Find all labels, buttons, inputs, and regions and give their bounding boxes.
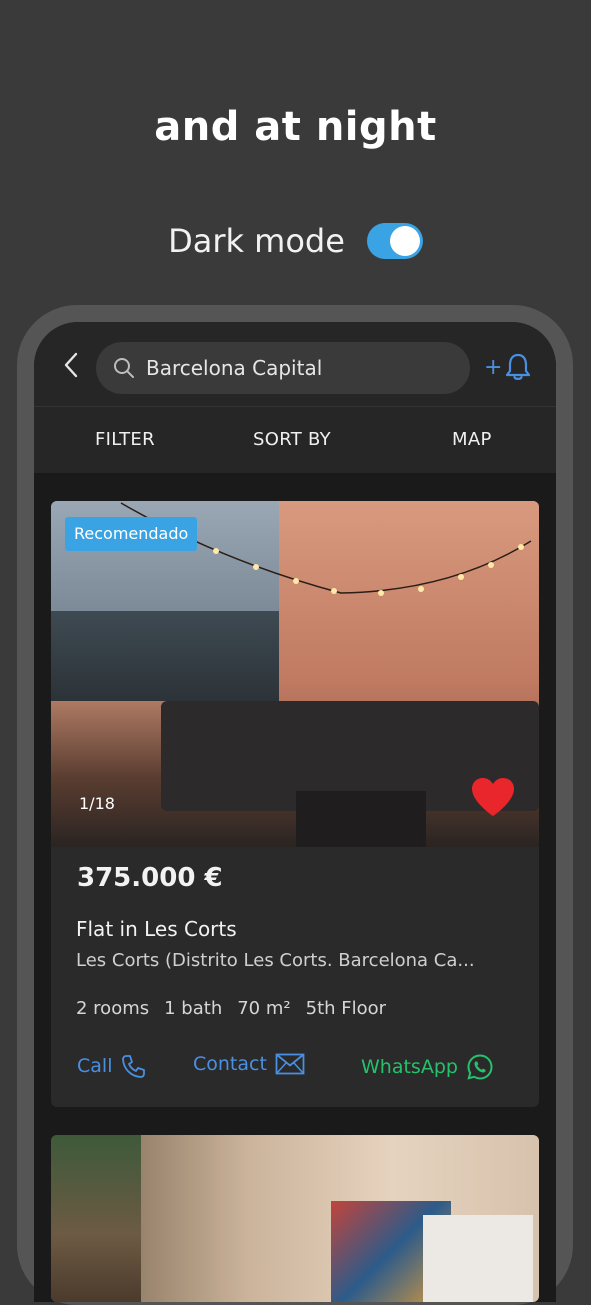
tab-map[interactable]: MAP	[452, 429, 492, 450]
phone-screen: Barcelona Capital + FILTER SORT BY MAP R…	[34, 322, 556, 1302]
listing-photo[interactable]: Recomendado 1/18	[51, 501, 539, 847]
chevron-left-icon	[64, 352, 78, 378]
listing-list: Recomendado 1/18 375.000 € Flat in Les C…	[34, 473, 556, 1302]
dark-mode-toggle[interactable]	[366, 223, 423, 259]
contact-button[interactable]: Contact	[193, 1053, 305, 1075]
listing-card[interactable]: Recomendado 1/18 375.000 € Flat in Les C…	[51, 501, 539, 1107]
listing-card-next[interactable]	[51, 1135, 539, 1302]
listing-features: 2 rooms 1 bath 70 m² 5th Floor	[76, 998, 386, 1019]
top-bar: Barcelona Capital +	[34, 322, 556, 407]
photo-plant	[51, 1135, 141, 1302]
whatsapp-icon	[467, 1054, 493, 1080]
feature-floor: 5th Floor	[305, 998, 387, 1019]
search-value: Barcelona Capital	[146, 356, 323, 380]
dark-mode-label: Dark mode	[168, 222, 345, 260]
tab-sort-by[interactable]: SORT BY	[253, 429, 331, 450]
toggle-knob	[389, 226, 420, 256]
tab-filter[interactable]: FILTER	[95, 429, 155, 450]
phone-icon	[122, 1055, 146, 1078]
contact-label: Contact	[193, 1053, 267, 1075]
tab-bar: FILTER SORT BY MAP	[34, 407, 556, 473]
create-alert-button[interactable]: +	[484, 350, 534, 384]
search-icon	[114, 358, 134, 378]
whatsapp-label: WhatsApp	[361, 1056, 458, 1078]
feature-rooms: 2 rooms	[76, 998, 150, 1019]
call-label: Call	[77, 1055, 113, 1077]
alert-plus: +	[484, 354, 503, 380]
headline: and at night	[154, 104, 437, 150]
search-input[interactable]: Barcelona Capital	[96, 342, 470, 394]
envelope-icon	[275, 1053, 305, 1075]
back-button[interactable]	[60, 350, 82, 380]
feature-bath: 1 bath	[164, 998, 223, 1019]
photo-counter: 1/18	[79, 794, 115, 813]
listing-location: Les Corts (Distrito Les Corts. Barcelona…	[76, 950, 475, 971]
call-button[interactable]: Call	[77, 1053, 146, 1079]
photo-pillow	[423, 1215, 533, 1302]
recommended-badge: Recomendado	[65, 517, 198, 551]
whatsapp-button[interactable]: WhatsApp	[361, 1053, 494, 1081]
bell-icon	[506, 353, 531, 380]
listing-actions: Call Contact WhatsApp	[77, 1053, 517, 1087]
dark-mode-row: Dark mode	[0, 222, 591, 260]
feature-area: 70 m²	[237, 998, 291, 1019]
heart-icon[interactable]	[469, 775, 517, 819]
listing-title[interactable]: Flat in Les Corts	[76, 917, 237, 941]
listing-price: 375.000 €	[77, 863, 223, 893]
photo-table	[296, 791, 426, 847]
